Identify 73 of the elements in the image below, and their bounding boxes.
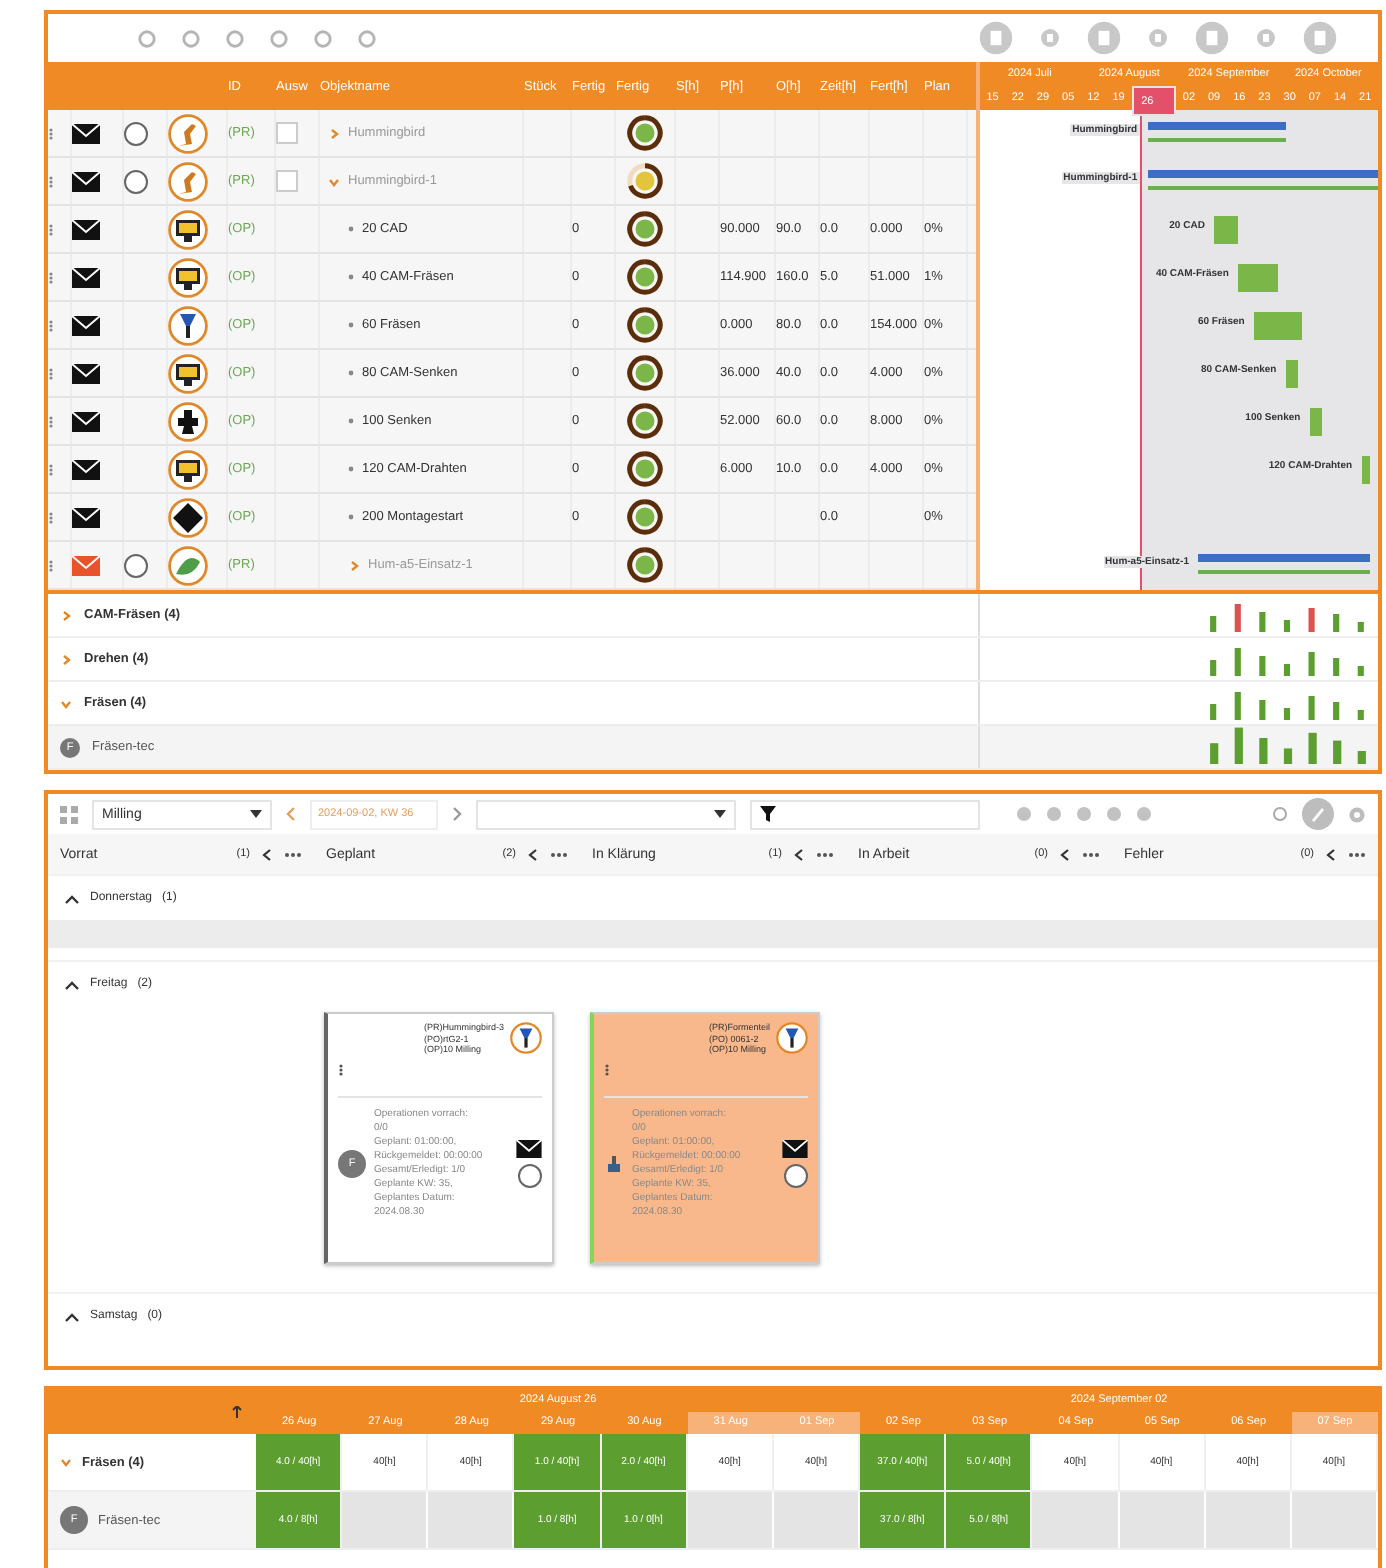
drag-handle-icon[interactable] [48,223,54,235]
envelope-icon[interactable] [72,459,100,479]
envelope-icon[interactable] [516,1139,542,1157]
envelope-icon[interactable] [782,1139,808,1157]
envelope-icon[interactable] [72,411,100,431]
drag-handle-icon[interactable] [48,127,54,139]
drag-handle-icon[interactable] [48,271,54,283]
envelope-icon[interactable] [72,267,100,287]
drag-handle-icon[interactable] [48,463,54,475]
chevron-right-icon[interactable] [452,806,462,822]
machine-icon [604,1153,624,1173]
chevron-icon[interactable] [348,559,360,571]
task-bar[interactable] [1310,408,1323,436]
bullet-icon [348,370,354,376]
task-bar[interactable] [1214,216,1239,244]
drill-icon [510,1022,542,1054]
task-bar[interactable] [1254,312,1303,340]
progress-line [1147,138,1287,142]
chevron-left-icon[interactable] [794,847,804,861]
chevron-icon[interactable] [60,653,72,665]
chevron-left-icon[interactable] [1060,847,1070,861]
chevron-left-icon[interactable] [1326,847,1336,861]
more-icon[interactable] [1082,851,1100,857]
chevron-left-icon[interactable] [262,847,272,861]
envelope-icon[interactable] [72,507,100,527]
checkbox[interactable] [276,122,298,144]
chevron-icon[interactable] [328,127,340,139]
drill-icon [776,1022,808,1054]
caret-icon[interactable] [250,810,262,818]
more-icon[interactable] [284,851,302,857]
bullet-icon [348,418,354,424]
radio-button[interactable] [517,1163,541,1187]
task-bar[interactable] [1286,360,1299,388]
chevron-icon[interactable] [60,609,72,621]
envelope-icon[interactable] [72,171,100,191]
radio-button[interactable] [124,121,148,145]
bullet-icon [348,322,354,328]
radio-button[interactable] [124,553,148,577]
sort-icon[interactable] [230,1405,244,1419]
radio-button[interactable] [124,169,148,193]
drag-handle-icon[interactable] [48,367,54,379]
caret-icon[interactable] [714,810,726,818]
envelope-icon[interactable] [72,219,100,239]
bullet-icon [348,226,354,232]
more-icon[interactable] [550,851,568,857]
caret-icon[interactable] [64,979,80,989]
drag-handle-icon[interactable] [604,1063,610,1075]
chevron-left-icon[interactable] [528,847,538,861]
task-bar[interactable] [1238,264,1279,292]
drag-handle-icon[interactable] [48,559,54,571]
envelope-icon[interactable] [72,123,100,143]
chevron-icon[interactable] [328,175,340,187]
more-icon[interactable] [1348,851,1366,857]
bullet-icon [348,466,354,472]
filter-icon[interactable] [760,806,776,822]
bullet-icon [348,274,354,280]
envelope-icon[interactable] [72,363,100,383]
drag-handle-icon[interactable] [48,415,54,427]
drag-handle-icon[interactable] [48,175,54,187]
caret-icon[interactable] [64,893,80,903]
more-icon[interactable] [816,851,834,857]
caret-icon[interactable] [64,1311,80,1321]
drag-handle-icon[interactable] [48,511,54,523]
bullet-icon [348,514,354,520]
checkbox[interactable] [276,170,298,192]
radio-button[interactable] [783,1163,807,1187]
grid-icon[interactable] [60,805,78,823]
drag-handle-icon[interactable] [338,1063,344,1075]
chevron-icon[interactable] [60,1456,72,1468]
drag-handle-icon[interactable] [48,319,54,331]
filter-field[interactable] [750,799,980,829]
chevron-icon[interactable] [60,697,72,709]
envelope-icon[interactable] [72,315,100,335]
